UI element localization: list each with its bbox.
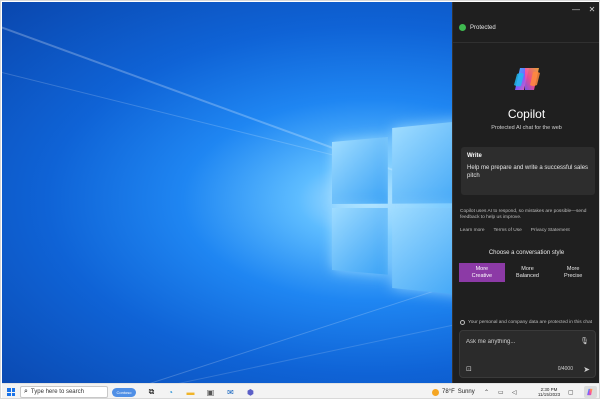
copilot-logo-icon <box>514 68 540 90</box>
search-highlight-badge[interactable]: Contoso <box>112 387 136 397</box>
windows-logo-wallpaper <box>332 119 452 297</box>
suggestion-text: Help me prepare and write a successful s… <box>467 165 589 179</box>
edge-icon[interactable]: ◔ <box>165 386 176 398</box>
style-line: Balanced <box>516 272 539 279</box>
network-icon[interactable]: ▭ <box>498 386 504 398</box>
protected-label: Protected <box>470 24 496 31</box>
style-more-precise-button[interactable]: More Precise <box>550 263 596 282</box>
learn-more-link[interactable]: Learn more <box>460 228 485 233</box>
sun-icon <box>432 388 439 396</box>
weather-widget[interactable]: 78°F Sunny <box>432 386 475 398</box>
close-button[interactable]: ✕ <box>585 4 599 16</box>
weather-temp: 78°F <box>442 389 455 395</box>
protected-indicator[interactable]: Protected <box>459 24 496 31</box>
clock-date: 11/15/2023 <box>537 392 561 397</box>
divider <box>453 42 599 43</box>
copilot-subtitle: Protected AI chat for the web <box>491 125 562 131</box>
privacy-statement-link[interactable]: Privacy Statement <box>531 228 570 233</box>
store-icon[interactable]: ▣ <box>205 386 216 398</box>
style-line: Creative <box>471 272 493 279</box>
copilot-panel: — ✕ Protected Copilot Protected AI chat … <box>452 2 599 383</box>
suggestion-label: Write <box>467 153 482 159</box>
footer-links: Learn more Terms of Use Privacy Statemen… <box>460 228 570 233</box>
chat-composer: 🎙 ⊡ 0/4000 ➤ <box>459 330 596 378</box>
search-icon: ⌕ <box>24 388 28 395</box>
copilot-icon <box>587 388 593 396</box>
privacy-note-text: Your personal and company data are prote… <box>468 320 593 325</box>
windows-start-icon <box>7 388 15 396</box>
file-explorer-icon[interactable]: ▬ <box>185 386 196 398</box>
volume-icon[interactable]: ◁ <box>512 386 517 398</box>
send-icon[interactable]: ➤ <box>583 365 590 374</box>
suggestion-card[interactable]: Write Help me prepare and write a succes… <box>461 147 595 195</box>
ai-disclaimer: Copilot uses AI to respond, so mistakes … <box>460 209 587 220</box>
screen: — ✕ Protected Copilot Protected AI chat … <box>0 0 600 399</box>
copilot-title: Copilot <box>507 107 546 121</box>
teams-icon[interactable]: ⬢ <box>245 386 256 398</box>
conversation-style-title: Choose a conversation style <box>488 250 565 256</box>
conversation-style-selector: More Creative More Balanced More Precise <box>459 263 596 282</box>
notifications-icon[interactable]: ▢ <box>568 386 574 398</box>
task-view-icon[interactable]: ⧉ <box>146 386 157 398</box>
taskbar-search[interactable]: ⌕ Type here to search <box>20 386 108 398</box>
search-placeholder: Type here to search <box>30 389 84 395</box>
style-more-creative-button[interactable]: More Creative <box>459 263 505 282</box>
privacy-note: Your personal and company data are prote… <box>460 320 592 325</box>
desktop-wallpaper <box>2 2 452 383</box>
start-button[interactable] <box>5 386 17 398</box>
outlook-icon[interactable]: ✉ <box>225 386 236 398</box>
chevron-up-icon[interactable]: ⌃ <box>484 386 489 398</box>
ask-input[interactable] <box>466 337 576 347</box>
light-beam <box>41 308 452 383</box>
info-icon <box>460 320 465 325</box>
minimize-button[interactable]: — <box>569 4 583 16</box>
microphone-icon[interactable]: 🎙 <box>580 337 589 345</box>
weather-condition: Sunny <box>457 389 475 395</box>
image-input-icon[interactable]: ⊡ <box>466 365 472 373</box>
clock[interactable]: 2:30 PM 11/15/2023 <box>532 386 566 398</box>
copilot-titlebar: — ✕ <box>453 2 599 18</box>
shield-check-icon <box>459 24 466 31</box>
style-more-balanced-button[interactable]: More Balanced <box>505 263 551 282</box>
copilot-taskbar-button[interactable] <box>584 386 597 398</box>
taskbar: ⌕ Type here to search Contoso ⧉ ◔ ▬ ▣ ✉ … <box>2 383 599 398</box>
style-line: Precise <box>564 272 583 279</box>
terms-of-use-link[interactable]: Terms of Use <box>494 228 522 233</box>
character-counter: 0/4000 <box>557 366 573 372</box>
